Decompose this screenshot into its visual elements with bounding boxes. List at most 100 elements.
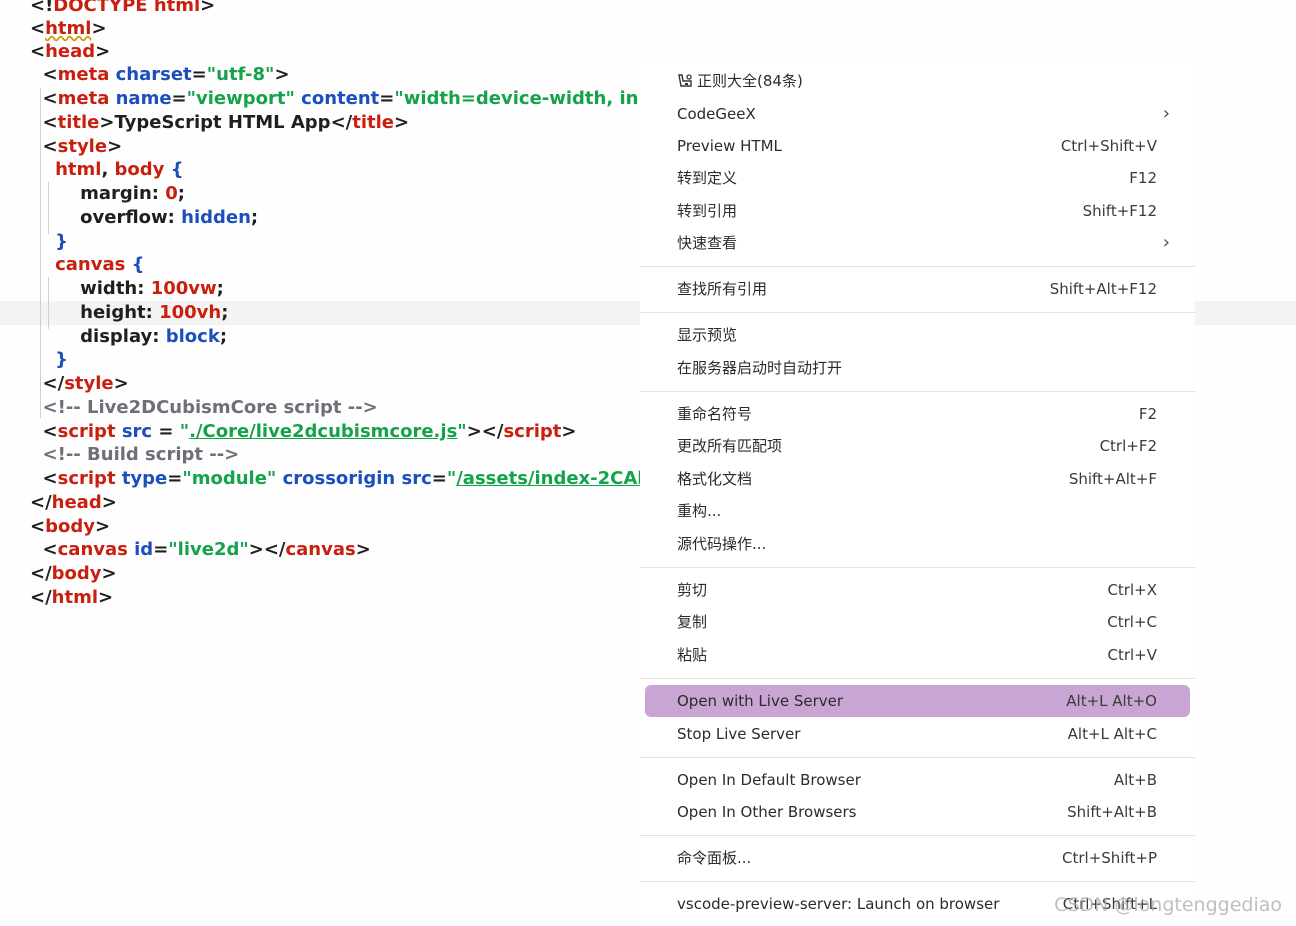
code-token: } bbox=[30, 349, 68, 370]
code-line[interactable]: </style> bbox=[30, 372, 129, 396]
menu-item-text: 重命名符号 bbox=[677, 405, 753, 423]
code-line[interactable]: <!DOCTYPE html> bbox=[30, 0, 215, 18]
code-line[interactable]: height: 100vh; bbox=[30, 301, 228, 325]
menu-item-16[interactable]: 粘贴 Ctrl+V bbox=[645, 639, 1190, 671]
bot-icon bbox=[678, 74, 692, 87]
code-token: content bbox=[301, 88, 380, 109]
code-line[interactable]: <style> bbox=[30, 135, 123, 159]
menu-item-text: 查找所有引用 bbox=[677, 280, 768, 298]
menu-item-14[interactable]: 剪切 Ctrl+X bbox=[645, 574, 1190, 606]
menu-item-8[interactable]: 在服务器启动时自动打开 bbox=[645, 352, 1190, 384]
code-token: hidden bbox=[181, 207, 251, 228]
code-token: < bbox=[30, 64, 58, 85]
menu-item-label: Open In Default Browser bbox=[677, 764, 861, 796]
code-token: " bbox=[446, 468, 457, 489]
code-line[interactable]: <html> bbox=[30, 17, 107, 41]
code-line[interactable]: <script type="module" crossorigin src="/… bbox=[30, 467, 640, 491]
code-token: = bbox=[431, 468, 447, 489]
menu-item-text: 粘贴 bbox=[677, 646, 708, 664]
menu-item-7[interactable]: 显示预览 bbox=[645, 319, 1190, 351]
menu-item-15[interactable]: 复制 Ctrl+C bbox=[645, 606, 1190, 638]
code-token: < bbox=[30, 539, 58, 560]
code-token: script bbox=[57, 421, 122, 442]
code-line[interactable]: <meta charset="utf-8"> bbox=[30, 63, 290, 87]
context-menu: 正则大全(84条) CodeGeeX › Preview HTML Ctrl+Shift… bbox=[640, 58, 1195, 926]
menu-item-codegeex[interactable]: CodeGeeX › bbox=[645, 98, 1190, 130]
code-token: meta bbox=[57, 88, 116, 109]
code-line[interactable]: </head> bbox=[30, 491, 117, 515]
menu-item-label: 正则大全(84条) bbox=[677, 65, 803, 97]
menu-item-11[interactable]: 格式化文档 Shift+Alt+F bbox=[645, 463, 1190, 495]
code-token: <!-- Live2DCubismCore script --> bbox=[30, 397, 378, 418]
menu-item-13[interactable]: 源代码操作... bbox=[645, 528, 1190, 560]
code-token: canvas bbox=[55, 254, 126, 275]
code-token: canvas bbox=[57, 539, 135, 560]
code-area[interactable]: <!DOCTYPE html> <html> <head> <meta charse… bbox=[0, 0, 640, 926]
code-line[interactable]: <title>TypeScript HTML App</title> bbox=[30, 111, 410, 135]
menu-item-text: Open In Other Browsers bbox=[677, 803, 857, 821]
code-token: < bbox=[30, 421, 58, 442]
menu-item-shortcut: Alt+L Alt+O bbox=[1066, 692, 1157, 710]
code-line[interactable]: <meta name="viewport" content="width=dev… bbox=[30, 87, 640, 111]
code-token: " bbox=[457, 421, 467, 442]
menu-item-84[interactable]: 正则大全(84条) bbox=[645, 65, 1190, 97]
menu-item-label: Open In Other Browsers bbox=[677, 796, 857, 828]
code-token: = bbox=[167, 468, 183, 489]
code-token: { bbox=[125, 254, 145, 275]
code-line[interactable]: <!-- Build script --> bbox=[30, 443, 240, 467]
code-token: 100vh bbox=[159, 302, 222, 323]
menu-item-12[interactable]: 重构... bbox=[645, 495, 1190, 527]
menu-item-open-with-live-server[interactable]: Open with Live Server Alt+L Alt+O bbox=[645, 685, 1190, 717]
menu-item-text: Open In Default Browser bbox=[677, 771, 861, 789]
menu-item-21[interactable]: 命令面板... Ctrl+Shift+P bbox=[645, 842, 1190, 874]
code-line[interactable]: <head> bbox=[30, 40, 110, 64]
code-token: script bbox=[503, 421, 562, 442]
code-token: body bbox=[45, 516, 95, 537]
code-token: </ bbox=[30, 587, 52, 608]
menu-item-10[interactable]: 更改所有匹配项 Ctrl+F2 bbox=[645, 430, 1190, 462]
code-token: = bbox=[191, 64, 207, 85]
code-token: meta bbox=[57, 64, 116, 85]
menu-item-stop-live-server[interactable]: Stop Live Server Alt+L Alt+C bbox=[645, 718, 1190, 750]
code-line[interactable]: width: 100vw; bbox=[30, 277, 224, 301]
code-token: > bbox=[200, 0, 216, 16]
code-line[interactable]: <!-- Live2DCubismCore script --> bbox=[30, 396, 378, 420]
menu-item-4[interactable]: 转到引用 Shift+F12 bbox=[645, 195, 1190, 227]
menu-item-preview-html[interactable]: Preview HTML Ctrl+Shift+V bbox=[645, 130, 1190, 162]
menu-item-label: 复制 bbox=[677, 606, 707, 638]
menu-separator bbox=[640, 678, 1195, 679]
menu-item-6[interactable]: 查找所有引用 Shift+Alt+F12 bbox=[645, 273, 1190, 305]
code-line[interactable]: display: block; bbox=[30, 325, 227, 349]
code-token: src bbox=[401, 468, 432, 489]
code-line[interactable]: html, body { bbox=[30, 158, 183, 182]
code-token: = bbox=[152, 421, 180, 442]
code-line[interactable]: </body> bbox=[30, 562, 117, 586]
menu-item-3[interactable]: 转到定义 F12 bbox=[645, 162, 1190, 194]
code-line[interactable]: <script src = "./Core/live2dcubismcore.j… bbox=[30, 420, 577, 444]
menu-item-text: Stop Live Server bbox=[677, 725, 801, 743]
code-line[interactable]: } bbox=[30, 348, 68, 372]
menu-item-9[interactable]: 重命名符号 F2 bbox=[645, 398, 1190, 430]
menu-item-label: 查找所有引用 bbox=[677, 273, 767, 305]
menu-item-text: 命令面板... bbox=[677, 849, 752, 867]
code-line[interactable]: <canvas id="live2d"></canvas> bbox=[30, 538, 371, 562]
code-token: "module" bbox=[182, 468, 277, 489]
menu-item-shortcut: Shift+Alt+B bbox=[1067, 803, 1157, 821]
menu-item-open-in-default-browser[interactable]: Open In Default Browser Alt+B bbox=[645, 764, 1190, 796]
code-token: > bbox=[274, 64, 290, 85]
indent-guide bbox=[48, 277, 49, 329]
menu-item-open-in-other-browsers[interactable]: Open In Other Browsers Shift+Alt+B bbox=[645, 796, 1190, 828]
menu-item-label: 转到引用 bbox=[677, 195, 737, 227]
menu-item-5[interactable]: 快速查看 › bbox=[645, 227, 1190, 259]
code-line[interactable]: </html> bbox=[30, 586, 113, 610]
code-token: > bbox=[101, 563, 117, 584]
code-line[interactable]: margin: 0; bbox=[30, 182, 185, 206]
code-token: <! bbox=[30, 0, 54, 16]
code-token: 0 bbox=[165, 183, 178, 204]
code-line[interactable]: <body> bbox=[30, 515, 110, 539]
menu-item-label: 更改所有匹配项 bbox=[677, 430, 782, 462]
code-line[interactable]: overflow: hidden; bbox=[30, 206, 258, 230]
code-token: canvas bbox=[285, 539, 356, 560]
code-line[interactable]: canvas { bbox=[30, 253, 144, 277]
code-token: block bbox=[165, 326, 220, 347]
